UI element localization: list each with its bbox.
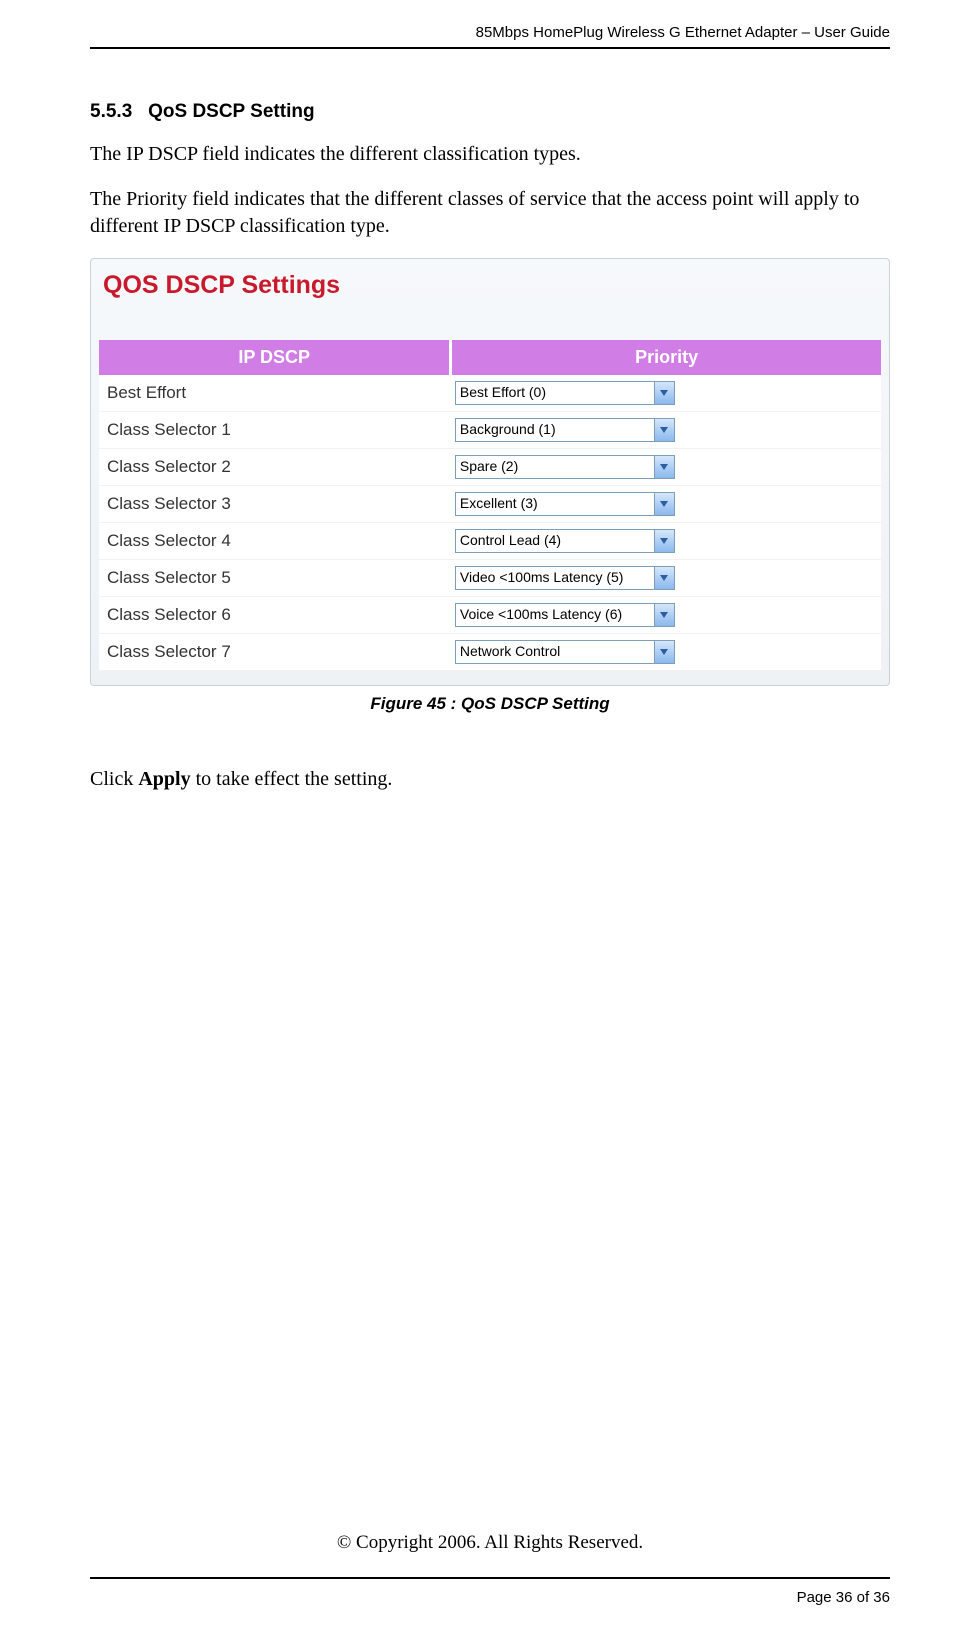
apply-instruction: Click Apply to take effect the setting.	[90, 768, 890, 791]
priority-select[interactable]: Video <100ms Latency (5)	[455, 566, 675, 590]
dscp-label: Class Selector 5	[99, 560, 451, 597]
qos-dscp-table: IP DSCP Priority Best Effort Best Effort…	[99, 340, 881, 671]
paragraph-1: The IP DSCP field indicates the differen…	[90, 141, 890, 168]
apply-prefix: Click	[90, 768, 138, 790]
table-row: Class Selector 3 Excellent (3)	[99, 486, 881, 523]
header-divider	[90, 47, 890, 49]
footer-divider	[90, 1577, 890, 1579]
priority-select[interactable]: Excellent (3)	[455, 492, 675, 516]
table-row: Class Selector 6 Voice <100ms Latency (6…	[99, 597, 881, 634]
chevron-down-icon	[654, 530, 674, 552]
doc-header-title: 85Mbps HomePlug Wireless G Ethernet Adap…	[90, 24, 890, 47]
table-row: Class Selector 1 Background (1)	[99, 412, 881, 449]
col-header-ip-dscp: IP DSCP	[99, 340, 451, 375]
dscp-label: Best Effort	[99, 375, 451, 412]
paragraph-2: The Priority field indicates that the di…	[90, 186, 890, 240]
priority-select-value: Control Lead (4)	[456, 530, 654, 552]
table-row: Class Selector 5 Video <100ms Latency (5…	[99, 560, 881, 597]
chevron-down-icon	[654, 604, 674, 626]
apply-suffix: to take effect the setting.	[191, 768, 393, 790]
dscp-label: Class Selector 2	[99, 449, 451, 486]
col-header-priority: Priority	[451, 340, 881, 375]
copyright-text: © Copyright 2006. All Rights Reserved.	[0, 1532, 980, 1554]
priority-select[interactable]: Voice <100ms Latency (6)	[455, 603, 675, 627]
priority-select-value: Excellent (3)	[456, 493, 654, 515]
dscp-label: Class Selector 1	[99, 412, 451, 449]
chevron-down-icon	[654, 493, 674, 515]
chevron-down-icon	[654, 382, 674, 404]
priority-select-value: Network Control	[456, 641, 654, 663]
section-number: 5.5.3	[90, 101, 132, 122]
table-row: Class Selector 7 Network Control	[99, 634, 881, 671]
priority-select[interactable]: Background (1)	[455, 418, 675, 442]
dscp-label: Class Selector 3	[99, 486, 451, 523]
panel-title: QOS DSCP Settings	[99, 265, 881, 340]
apply-bold-word: Apply	[138, 768, 190, 790]
table-row: Class Selector 4 Control Lead (4)	[99, 523, 881, 560]
qos-dscp-panel: QOS DSCP Settings IP DSCP Priority Best …	[90, 258, 890, 686]
priority-select-value: Best Effort (0)	[456, 382, 654, 404]
priority-select-value: Video <100ms Latency (5)	[456, 567, 654, 589]
table-row: Class Selector 2 Spare (2)	[99, 449, 881, 486]
priority-select[interactable]: Spare (2)	[455, 455, 675, 479]
dscp-label: Class Selector 7	[99, 634, 451, 671]
priority-select[interactable]: Network Control	[455, 640, 675, 664]
chevron-down-icon	[654, 419, 674, 441]
priority-select-value: Background (1)	[456, 419, 654, 441]
figure-caption: Figure 45 : QoS DSCP Setting	[90, 694, 890, 714]
priority-select-value: Voice <100ms Latency (6)	[456, 604, 654, 626]
priority-select[interactable]: Control Lead (4)	[455, 529, 675, 553]
chevron-down-icon	[654, 456, 674, 478]
section-heading: 5.5.3 QoS DSCP Setting	[90, 101, 890, 123]
priority-select-value: Spare (2)	[456, 456, 654, 478]
section-title: QoS DSCP Setting	[148, 101, 314, 122]
chevron-down-icon	[654, 641, 674, 663]
table-row: Best Effort Best Effort (0)	[99, 375, 881, 412]
dscp-label: Class Selector 4	[99, 523, 451, 560]
priority-select[interactable]: Best Effort (0)	[455, 381, 675, 405]
chevron-down-icon	[654, 567, 674, 589]
dscp-label: Class Selector 6	[99, 597, 451, 634]
page-number: Page 36 of 36	[90, 1589, 890, 1606]
